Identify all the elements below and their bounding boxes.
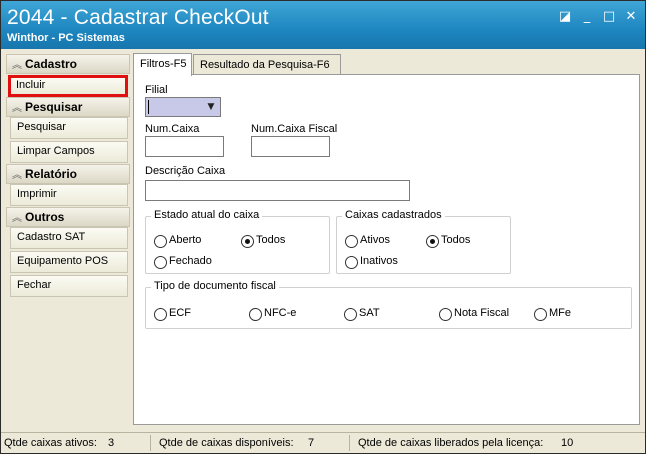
text-cursor [148, 100, 149, 114]
sidebar-group-label: Relatório [25, 167, 78, 181]
sidebar-item-label: Incluir [16, 79, 46, 91]
restore-icon[interactable]: ◪ [556, 9, 574, 25]
filial-label: Filial [145, 84, 168, 96]
cadastrados-title: Caixas cadastrados [342, 209, 445, 221]
chevron-up-icon: ︽ [12, 213, 22, 224]
num-caixa-label: Num.Caixa [145, 123, 200, 135]
radio-estado-aberto[interactable] [154, 235, 167, 248]
status-ativos-label: Qtde caixas ativos: [4, 437, 97, 449]
estado-group: Estado atual do caixa Aberto Todos Fecha… [145, 209, 330, 274]
radio-label: MFe [549, 307, 571, 319]
num-caixa-fiscal-label: Num.Caixa Fiscal [251, 123, 338, 135]
radio-label: SAT [359, 307, 380, 319]
maximize-icon[interactable]: □ [600, 9, 618, 25]
estado-title: Estado atual do caixa [151, 209, 263, 221]
tab-label: Resultado da Pesquisa-F6 [200, 59, 330, 71]
minimize-icon[interactable]: _ [578, 9, 596, 25]
sidebar: ︽ Cadastro Incluir ︽ Pesquisar Pesquisar… [4, 52, 130, 431]
num-caixa-input[interactable] [145, 136, 224, 157]
radio-label: Todos [441, 234, 471, 246]
sidebar-group-label: Cadastro [25, 57, 78, 71]
radio-cadastrados-todos[interactable] [426, 235, 439, 248]
sidebar-item-label: Fechar [17, 279, 52, 291]
status-ativos-value: 3 [108, 437, 115, 449]
sidebar-group-label: Pesquisar [25, 100, 83, 114]
tipo-documento-group: Tipo de documento fiscal ECF NFC-e SAT N… [145, 280, 632, 329]
sidebar-group-label: Outros [25, 210, 65, 224]
radio-estado-todos[interactable] [241, 235, 254, 248]
chevron-down-icon[interactable]: ▼ [204, 98, 218, 116]
tab-label: Filtros-F5 [140, 58, 187, 70]
window-subtitle: Winthor - PC Sistemas [7, 32, 125, 44]
radio-label: Ativos [360, 234, 390, 246]
main-area: Filtros-F5 Resultado da Pesquisa-F6 Fili… [131, 52, 641, 433]
chevron-up-icon: ︽ [12, 60, 22, 71]
sidebar-group-pesquisar[interactable]: ︽ Pesquisar [6, 97, 130, 117]
status-liberados-value: 10 [561, 437, 574, 449]
radio-label: ECF [169, 307, 191, 319]
title-bar[interactable]: 2044 - Cadastrar CheckOut Winthor - PC S… [1, 1, 645, 49]
tab-filtros[interactable]: Filtros-F5 [133, 53, 192, 76]
chevron-up-icon: ︽ [12, 170, 22, 181]
sidebar-item-label: Cadastro SAT [17, 231, 86, 243]
descricao-input[interactable] [145, 180, 410, 201]
sidebar-group-cadastro[interactable]: ︽ Cadastro [6, 54, 130, 74]
sidebar-item-equipamento-pos[interactable]: Equipamento POS [10, 251, 128, 273]
sidebar-item-fechar[interactable]: Fechar [10, 275, 128, 297]
sidebar-group-outros[interactable]: ︽ Outros [6, 207, 130, 227]
radio-label: Nota Fiscal [454, 307, 510, 319]
filial-select[interactable]: ▼ [145, 97, 221, 117]
sidebar-item-label: Equipamento POS [17, 255, 109, 267]
status-liberados: Qtde de caixas liberados pela licença: 1… [355, 435, 641, 451]
radio-cadastrados-ativos[interactable] [345, 235, 358, 248]
radio-label: Fechado [169, 255, 212, 267]
radio-label: NFC-e [264, 307, 297, 319]
tab-resultado-pesquisa[interactable]: Resultado da Pesquisa-F6 [193, 54, 341, 75]
radio-label: Aberto [169, 234, 202, 246]
tipo-documento-title: Tipo de documento fiscal [151, 280, 279, 292]
sidebar-item-incluir[interactable]: Incluir [8, 75, 128, 97]
status-bar: Qtde caixas ativos: 3 Qtde de caixas dis… [1, 432, 645, 453]
window-title: 2044 - Cadastrar CheckOut [7, 6, 269, 29]
app-window: 2044 - Cadastrar CheckOut Winthor - PC S… [0, 0, 646, 454]
sidebar-item-limpar-campos[interactable]: Limpar Campos [10, 141, 128, 163]
sidebar-item-label: Limpar Campos [17, 145, 95, 157]
radio-tipo-sat[interactable] [344, 308, 357, 321]
sidebar-item-label: Imprimir [17, 188, 57, 200]
radio-tipo-nota-fiscal[interactable] [439, 308, 452, 321]
chevron-up-icon: ︽ [12, 103, 22, 114]
sidebar-item-imprimir[interactable]: Imprimir [10, 184, 128, 206]
close-icon[interactable]: ✕ [622, 9, 640, 25]
status-disponiveis: Qtde de caixas disponíveis: 7 [156, 435, 350, 451]
radio-tipo-nfce[interactable] [249, 308, 262, 321]
radio-label: Todos [256, 234, 286, 246]
status-liberados-label: Qtde de caixas liberados pela licença: [358, 437, 544, 449]
radio-label: Inativos [360, 255, 398, 267]
status-disponiveis-label: Qtde de caixas disponíveis: [159, 437, 294, 449]
sidebar-group-relatorio[interactable]: ︽ Relatório [6, 164, 130, 184]
radio-tipo-ecf[interactable] [154, 308, 167, 321]
radio-estado-fechado[interactable] [154, 256, 167, 269]
radio-tipo-mfe[interactable] [534, 308, 547, 321]
status-disponiveis-value: 7 [308, 437, 315, 449]
cadastrados-group: Caixas cadastrados Ativos Todos Inativos [336, 209, 511, 274]
num-caixa-fiscal-input[interactable] [251, 136, 330, 157]
sidebar-item-label: Pesquisar [17, 121, 66, 133]
radio-cadastrados-inativos[interactable] [345, 256, 358, 269]
status-ativos: Qtde caixas ativos: 3 [4, 435, 151, 451]
filters-panel: Filial ▼ Num.Caixa Num.Caixa Fiscal Desc… [133, 74, 640, 425]
descricao-label: Descrição Caixa [145, 165, 226, 177]
sidebar-item-cadastro-sat[interactable]: Cadastro SAT [10, 227, 128, 249]
sidebar-item-pesquisar[interactable]: Pesquisar [10, 117, 128, 139]
